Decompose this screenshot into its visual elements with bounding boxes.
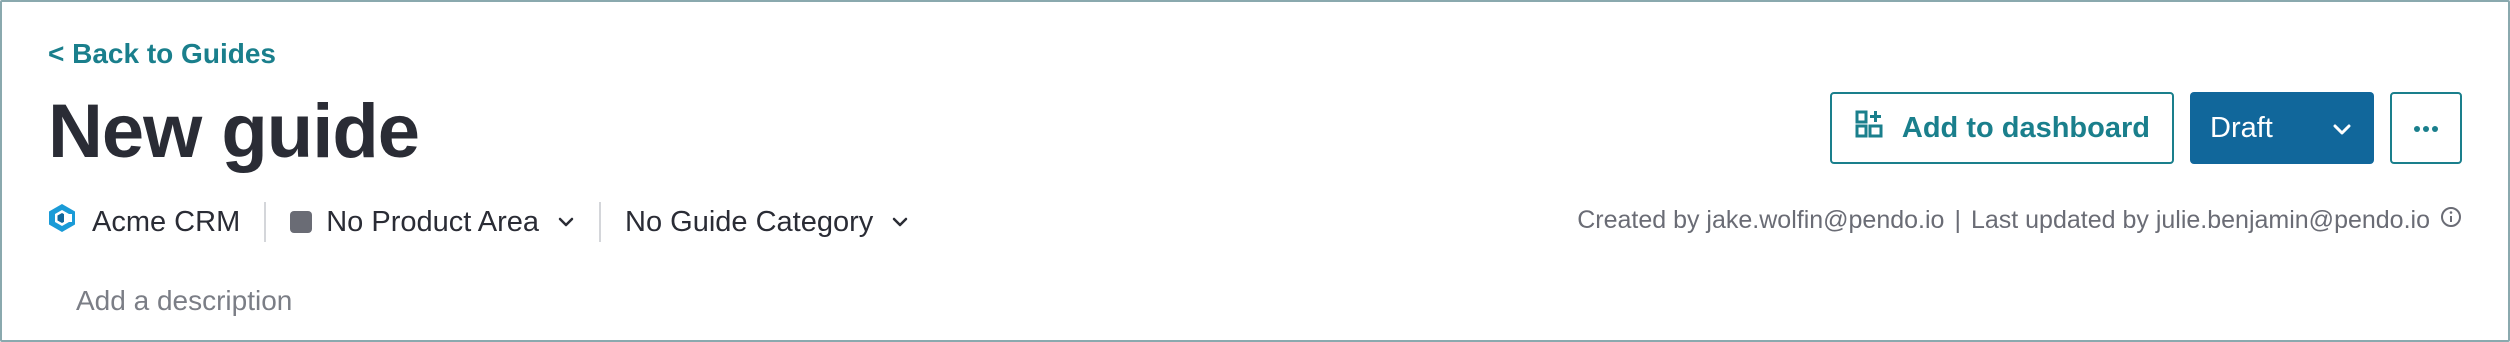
audit-info: Created by jake.wolfin@pendo.io | Last u… [1577,206,2462,235]
add-to-dashboard-label: Add to dashboard [1901,111,2150,144]
ellipsis-icon [2413,121,2439,136]
status-dropdown-button[interactable]: Draft [2190,92,2374,164]
guide-meta-row: Acme CRM No Product Area No Guide Catego… [46,198,909,246]
last-updated-by-text: Last updated by julie.benjamin@pendo.io [1970,206,2430,234]
back-to-guides-link[interactable]: < Back to Guides [48,38,276,70]
description-field[interactable]: Add a description [76,285,292,317]
product-area-color-swatch [290,211,313,233]
dashboard-icon [1854,109,1884,147]
app-name: Acme CRM [92,205,241,238]
product-area-label: No Product Area [326,205,540,238]
chevron-down-icon [557,216,575,228]
guide-category-dropdown[interactable]: No Guide Category [625,206,909,239]
divider [264,202,267,242]
app-logo-icon [46,202,78,242]
created-by-text: Created by jake.wolfin@pendo.io [1577,206,1945,234]
add-to-dashboard-button[interactable]: Add to dashboard [1829,92,2174,164]
status-label: Draft [2210,111,2273,144]
divider [599,202,602,242]
action-bar: Add to dashboard Draft [1829,92,2462,164]
guide-category-label: No Guide Category [625,205,874,238]
page-title[interactable]: New guide [48,86,420,178]
audit-separator: | [1954,206,1961,234]
app-selector[interactable]: Acme CRM [46,202,240,242]
chevron-down-icon [891,216,909,228]
more-options-button[interactable] [2390,92,2462,164]
guide-header-panel: < Back to Guides New guide Add to dashbo… [0,0,2510,342]
product-area-dropdown[interactable]: No Product Area [290,206,575,239]
info-icon[interactable] [2440,206,2462,235]
chevron-down-icon [2332,112,2352,145]
